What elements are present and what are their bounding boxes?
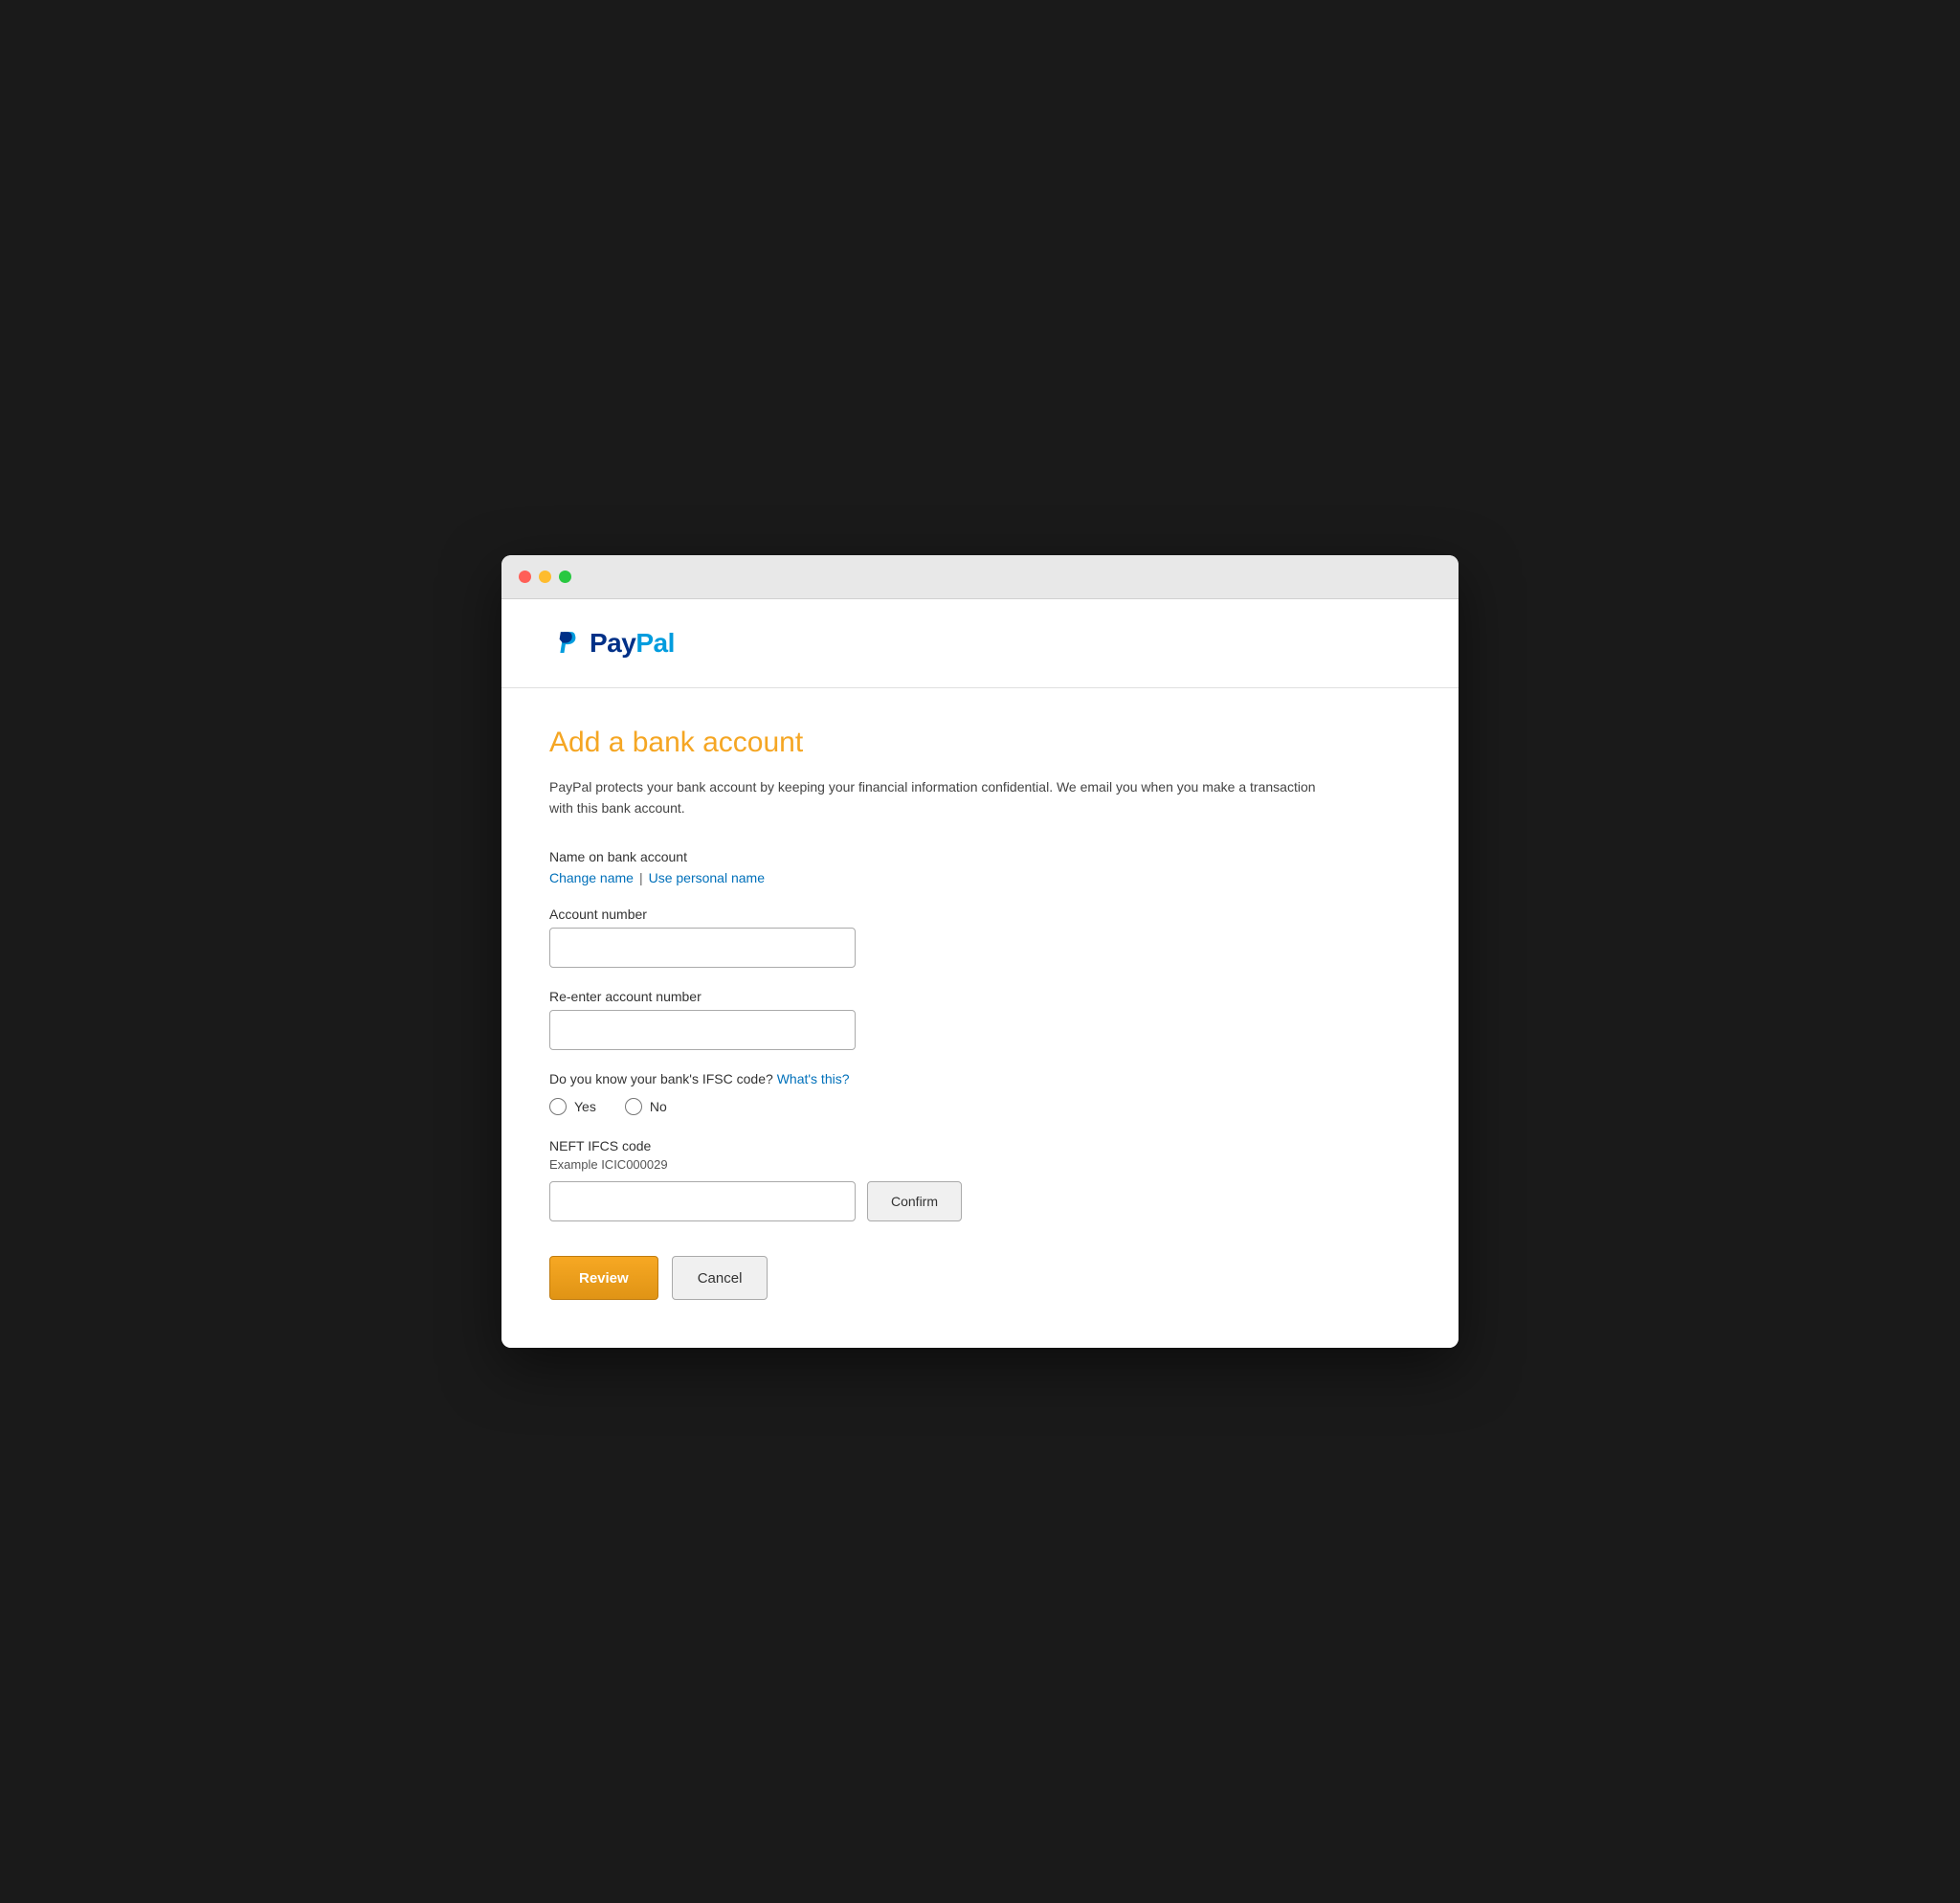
whats-this-link[interactable]: What's this?: [777, 1071, 850, 1086]
yes-radio-label[interactable]: Yes: [549, 1098, 596, 1115]
titlebar: [501, 555, 1459, 599]
yes-radio[interactable]: [549, 1098, 567, 1115]
maximize-button[interactable]: [559, 571, 571, 583]
account-number-label: Account number: [549, 907, 1411, 922]
close-button[interactable]: [519, 571, 531, 583]
yes-no-radio-group: Yes No: [549, 1098, 1411, 1115]
neft-ifcs-group: NEFT IFCS code Example ICIC000029 Confir…: [549, 1138, 1411, 1221]
re-enter-account-group: Re-enter account number: [549, 989, 1411, 1050]
no-radio-label[interactable]: No: [625, 1098, 667, 1115]
cancel-button[interactable]: Cancel: [672, 1256, 768, 1300]
name-on-account-group: Name on bank account Change name | Use p…: [549, 849, 1411, 885]
pay-text: Pay: [590, 628, 635, 658]
neft-ifcs-input[interactable]: [549, 1181, 856, 1221]
use-personal-name-link[interactable]: Use personal name: [649, 870, 765, 885]
change-name-link[interactable]: Change name: [549, 870, 634, 885]
name-on-account-label: Name on bank account: [549, 849, 1411, 864]
ifsc-question-group: Do you know your bank's IFSC code? What'…: [549, 1071, 1411, 1115]
name-links-row: Change name | Use personal name: [549, 870, 1411, 885]
page-title: Add a bank account: [549, 727, 1411, 759]
yes-label-text: Yes: [574, 1099, 596, 1114]
no-radio[interactable]: [625, 1098, 642, 1115]
review-button[interactable]: Review: [549, 1256, 658, 1300]
paypal-logo: PayPal: [549, 626, 675, 660]
page-content: PayPal Add a bank account PayPal protect…: [501, 599, 1459, 1349]
form-area: Add a bank account PayPal protects your …: [501, 688, 1459, 1349]
paypal-wordmark: PayPal: [590, 628, 675, 659]
ifsc-question-text: Do you know your bank's IFSC code? What'…: [549, 1071, 1411, 1086]
action-buttons-row: Review Cancel: [549, 1256, 1411, 1300]
neft-label: NEFT IFCS code: [549, 1138, 1411, 1153]
confirm-button[interactable]: Confirm: [867, 1181, 962, 1221]
ifsc-input-row: Confirm: [549, 1181, 1411, 1221]
description-text: PayPal protects your bank account by kee…: [549, 776, 1334, 819]
account-number-group: Account number: [549, 907, 1411, 968]
paypal-p-icon: [549, 626, 584, 660]
pal-text: Pal: [635, 628, 675, 658]
minimize-button[interactable]: [539, 571, 551, 583]
browser-window: PayPal Add a bank account PayPal protect…: [501, 555, 1459, 1349]
re-enter-label: Re-enter account number: [549, 989, 1411, 1004]
re-enter-account-input[interactable]: [549, 1010, 856, 1050]
account-number-input[interactable]: [549, 928, 856, 968]
no-label-text: No: [650, 1099, 667, 1114]
page-header: PayPal: [501, 599, 1459, 688]
neft-example: Example ICIC000029: [549, 1157, 1411, 1172]
link-separator: |: [639, 870, 643, 885]
